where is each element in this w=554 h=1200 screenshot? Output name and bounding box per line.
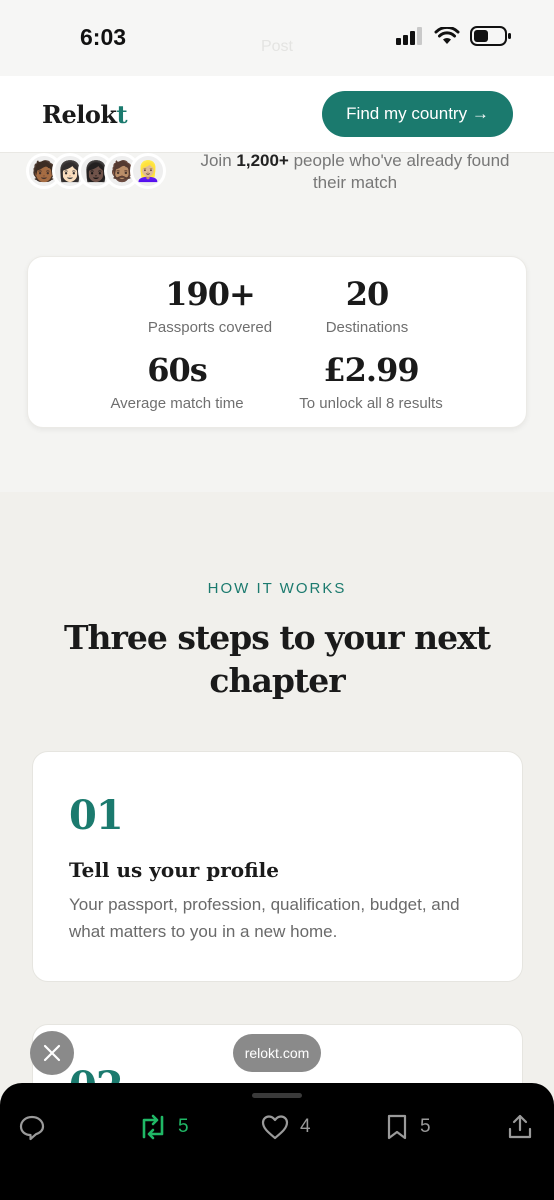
stat-value: 60s [147,351,208,389]
step-number: 01 [69,792,124,839]
stat-value: 190+ [165,275,256,313]
step-description: Your passport, profession, qualification… [69,895,460,941]
join-text: Join 1,200+ people who've already found … [190,150,520,194]
relokt-logo[interactable]: Relokt [42,100,128,129]
status-bar: Post 6:03 [0,0,554,76]
social-proof-section: 🧑🏾 👩🏻 👩🏿 🧔🏽 👱🏼‍♀️ Join 1,200+ people who… [0,150,554,493]
logo-text: Relok [42,100,117,129]
drag-handle[interactable] [252,1093,302,1098]
stat-match-time: 60s Average match time [102,351,252,412]
stats-card: 190+ Passports covered 20 Destinations 6… [27,256,527,428]
status-time: 6:03 [80,24,127,50]
stat-label: Destinations [325,319,409,336]
repost-icon [142,1114,164,1140]
repost-button[interactable]: 5 [138,1113,189,1141]
like-count: 4 [300,1116,311,1137]
site-header: Relokt Find my country → [0,76,554,153]
share-button[interactable] [506,1113,534,1141]
stat-label: Average match time [110,395,244,412]
logo-accent-letter: t [116,100,128,129]
join-prefix: Join [200,151,237,170]
find-my-country-button[interactable]: Find my country → [322,91,513,137]
stat-value: £2.99 [323,351,419,389]
close-button[interactable] [30,1031,74,1075]
reply-button[interactable] [18,1113,46,1141]
avatar-stack: 🧑🏾 👩🏻 👩🏿 🧔🏽 👱🏼‍♀️ [26,153,166,189]
battery-icon [470,26,512,51]
cellular-signal-icon [396,27,424,50]
bookmark-button[interactable]: 5 [384,1113,431,1141]
repost-count: 5 [178,1116,189,1137]
bookmark-icon [387,1114,407,1140]
step-card-1: 01 Tell us your profile Your passport, p… [32,751,523,982]
stat-destinations: 20 Destinations [304,275,430,336]
join-suffix: people who've already found their match [288,151,510,192]
close-icon [43,1044,61,1062]
status-icons [396,25,512,51]
section-title: Three steps to your next chapter [63,618,491,700]
bookmark-count: 5 [420,1116,431,1137]
heart-icon [261,1115,289,1140]
avatar: 👱🏼‍♀️ [130,153,166,189]
post-action-bar: 5 4 5 [0,1083,554,1200]
url-pill[interactable]: relokt.com [233,1034,321,1072]
section-kicker: HOW IT WORKS [207,580,347,597]
wifi-icon [434,25,460,50]
reply-icon [19,1115,45,1141]
stat-label: Passports covered [147,319,273,336]
stat-label: To unlock all 8 results [299,395,443,412]
share-icon [508,1114,532,1139]
stat-value: 20 [345,275,390,313]
stat-price: £2.99 To unlock all 8 results [284,351,458,412]
stat-passports: 190+ Passports covered [138,275,282,336]
join-count: 1,200+ [236,151,289,170]
like-button[interactable]: 4 [260,1113,311,1141]
step-title: Tell us your profile [69,858,279,882]
